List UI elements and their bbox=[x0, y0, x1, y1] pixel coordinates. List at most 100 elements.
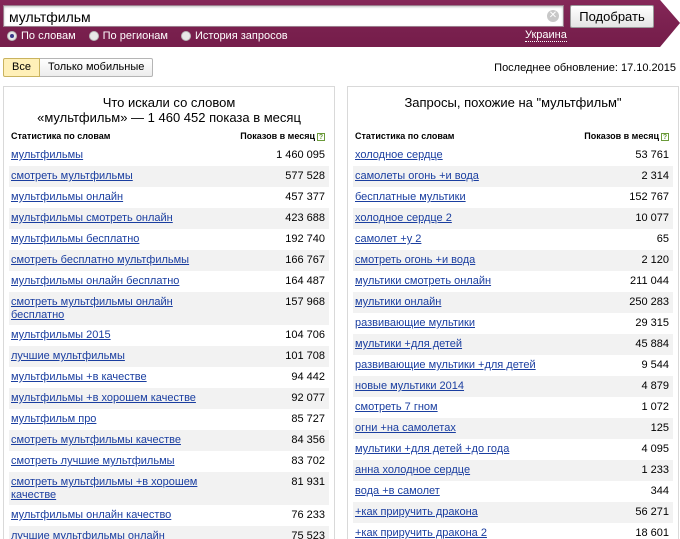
query-link[interactable]: смотреть огонь +и вода bbox=[355, 254, 545, 267]
search-box[interactable]: ✕ bbox=[3, 5, 564, 27]
query-link[interactable]: смотреть мультфильмы качестве bbox=[11, 434, 201, 447]
impressions-count: 157 968 bbox=[285, 296, 325, 308]
impressions-count: 56 271 bbox=[635, 506, 669, 518]
query-link[interactable]: лучшие мультфильмы онлайн bbox=[11, 530, 201, 539]
impressions-count: 4 095 bbox=[641, 443, 669, 455]
query-link[interactable]: новые мультики 2014 bbox=[355, 380, 545, 393]
table-row: холодное сердце 2 10 077 bbox=[353, 208, 673, 229]
query-link[interactable]: мультфильмы бесплатно bbox=[11, 233, 201, 246]
query-link[interactable]: холодное сердце 2 bbox=[355, 212, 545, 225]
mode-radios: По словам По регионам История запросов bbox=[7, 29, 301, 43]
query-link[interactable]: огни +на самолетах bbox=[355, 422, 545, 435]
table-row: мультфильмы онлайн качество 76 233 bbox=[9, 505, 329, 526]
query-link[interactable]: мультики +для детей +до года bbox=[355, 443, 545, 456]
query-link[interactable]: развивающие мультики +для детей bbox=[355, 359, 545, 372]
clear-icon[interactable]: ✕ bbox=[547, 10, 559, 22]
table-row: смотреть лучшие мультфильмы 83 702 bbox=[9, 451, 329, 472]
search-header: ✕ Подобрать По словам По регионам Истори… bbox=[0, 0, 680, 47]
region-link[interactable]: Украина bbox=[525, 29, 567, 42]
table-row: смотреть мультфильмы 577 528 bbox=[9, 166, 329, 187]
query-link[interactable]: смотреть бесплатно мультфильмы bbox=[11, 254, 201, 267]
query-link[interactable]: смотреть мультфильмы +в хорошем качестве bbox=[11, 476, 201, 502]
table-row: +как приручить дракона 56 271 bbox=[353, 502, 673, 523]
tab-by-words[interactable]: По словам bbox=[7, 29, 76, 43]
query-link[interactable]: мультфильмы +в качестве bbox=[11, 371, 201, 384]
query-link[interactable]: мультфильмы смотреть онлайн bbox=[11, 212, 201, 225]
query-link[interactable]: холодное сердце bbox=[355, 149, 545, 162]
impressions-count: 250 283 bbox=[629, 296, 669, 308]
search-input[interactable] bbox=[9, 8, 539, 25]
impressions-count: 211 044 bbox=[630, 275, 669, 287]
filter-all-button[interactable]: Все bbox=[3, 58, 40, 77]
radio-icon[interactable] bbox=[7, 31, 17, 41]
query-link[interactable]: самолет +у 2 bbox=[355, 233, 545, 246]
table-row: мультфильмы бесплатно 192 740 bbox=[9, 229, 329, 250]
radio-icon[interactable] bbox=[181, 31, 191, 41]
table-header: Статистика по словам Показов в месяц? bbox=[11, 131, 325, 145]
query-link[interactable]: смотреть лучшие мультфильмы bbox=[11, 455, 201, 468]
left-panel: Что искали со словом «мультфильм» — 1 46… bbox=[3, 86, 335, 539]
impressions-count: 344 bbox=[650, 485, 669, 497]
impressions-count: 81 931 bbox=[291, 476, 325, 488]
table-row: лучшие мультфильмы онлайн 75 523 bbox=[9, 526, 329, 539]
left-table: мультфильмы 1 460 095 смотреть мультфильмы… bbox=[9, 145, 329, 539]
table-row: смотреть мультфильмы качестве 84 356 bbox=[9, 430, 329, 451]
table-row: мультфильмы 2015 104 706 bbox=[9, 325, 329, 346]
table-row: новые мультики 2014 4 879 bbox=[353, 376, 673, 397]
impressions-count: 164 487 bbox=[285, 275, 325, 287]
query-link[interactable]: анна холодное сердце bbox=[355, 464, 545, 477]
column-words: Статистика по словам bbox=[355, 131, 455, 141]
tab-by-regions[interactable]: По регионам bbox=[88, 29, 168, 43]
query-link[interactable]: мультфильмы онлайн бесплатно bbox=[11, 275, 201, 288]
query-link[interactable]: +как приручить дракона 2 bbox=[355, 527, 545, 539]
table-row: самолеты огонь +и вода 2 314 bbox=[353, 166, 673, 187]
impressions-count: 104 706 bbox=[285, 329, 325, 341]
impressions-count: 192 740 bbox=[285, 233, 325, 245]
query-link[interactable]: развивающие мультики bbox=[355, 317, 545, 330]
query-link[interactable]: вода +в самолет bbox=[355, 485, 545, 498]
query-link[interactable]: смотреть мультфильмы онлайн бесплатно bbox=[11, 296, 201, 322]
column-shows: Показов в месяц? bbox=[584, 131, 669, 141]
help-icon[interactable]: ? bbox=[661, 132, 669, 141]
impressions-count: 92 077 bbox=[291, 392, 325, 404]
title-line-1: Что искали со словом bbox=[102, 95, 236, 110]
impressions-count: 45 884 bbox=[635, 338, 669, 350]
table-row: анна холодное сердце 1 233 bbox=[353, 460, 673, 481]
submit-button[interactable]: Подобрать bbox=[570, 5, 654, 28]
table-row: смотреть мультфильмы +в хорошем качестве… bbox=[9, 472, 329, 505]
query-link[interactable]: мультфильмы 2015 bbox=[11, 329, 201, 342]
query-link[interactable]: +как приручить дракона bbox=[355, 506, 545, 519]
column-words: Статистика по словам bbox=[11, 131, 111, 141]
help-icon[interactable]: ? bbox=[317, 132, 325, 141]
radio-icon[interactable] bbox=[88, 31, 99, 41]
query-link[interactable]: мультики онлайн bbox=[355, 296, 545, 309]
query-link[interactable]: мультфильм про bbox=[11, 413, 201, 426]
query-link[interactable]: мультфильмы онлайн качество bbox=[11, 509, 201, 522]
query-link[interactable]: смотреть мультфильмы bbox=[11, 170, 201, 183]
table-row: мультфильмы смотреть онлайн 423 688 bbox=[9, 208, 329, 229]
filter-mobile-button[interactable]: Только мобильные bbox=[39, 58, 154, 77]
query-link[interactable]: мультики смотреть онлайн bbox=[355, 275, 545, 288]
table-row: развивающие мультики 29 315 bbox=[353, 313, 673, 334]
query-link[interactable]: самолеты огонь +и вода bbox=[355, 170, 545, 183]
query-link[interactable]: мультики +для детей bbox=[355, 338, 545, 351]
query-link[interactable]: мультфильмы +в хорошем качестве bbox=[11, 392, 201, 405]
impressions-count: 84 356 bbox=[291, 434, 325, 446]
impressions-count: 65 bbox=[656, 233, 669, 245]
right-table: холодное сердце 53 761 самолеты огонь +и в… bbox=[353, 145, 673, 539]
query-link[interactable]: бесплатные мультики bbox=[355, 191, 545, 204]
impressions-count: 1 460 095 bbox=[276, 149, 325, 161]
query-link[interactable]: смотреть 7 гном bbox=[355, 401, 545, 414]
query-link[interactable]: мультфильмы онлайн bbox=[11, 191, 201, 204]
tab-history[interactable]: История запросов bbox=[181, 29, 288, 43]
query-link[interactable]: мультфильмы bbox=[11, 149, 201, 162]
impressions-count: 53 761 bbox=[635, 149, 669, 161]
table-row: мультфильмы онлайн 457 377 bbox=[9, 187, 329, 208]
tab-label: По регионам bbox=[102, 30, 168, 42]
impressions-count: 4 879 bbox=[641, 380, 669, 392]
tab-label: По словам bbox=[21, 30, 76, 42]
query-link[interactable]: лучшие мультфильмы bbox=[11, 350, 201, 363]
impressions-count: 2 120 bbox=[641, 254, 669, 266]
table-row: холодное сердце 53 761 bbox=[353, 145, 673, 166]
table-row: смотреть бесплатно мультфильмы 166 767 bbox=[9, 250, 329, 271]
